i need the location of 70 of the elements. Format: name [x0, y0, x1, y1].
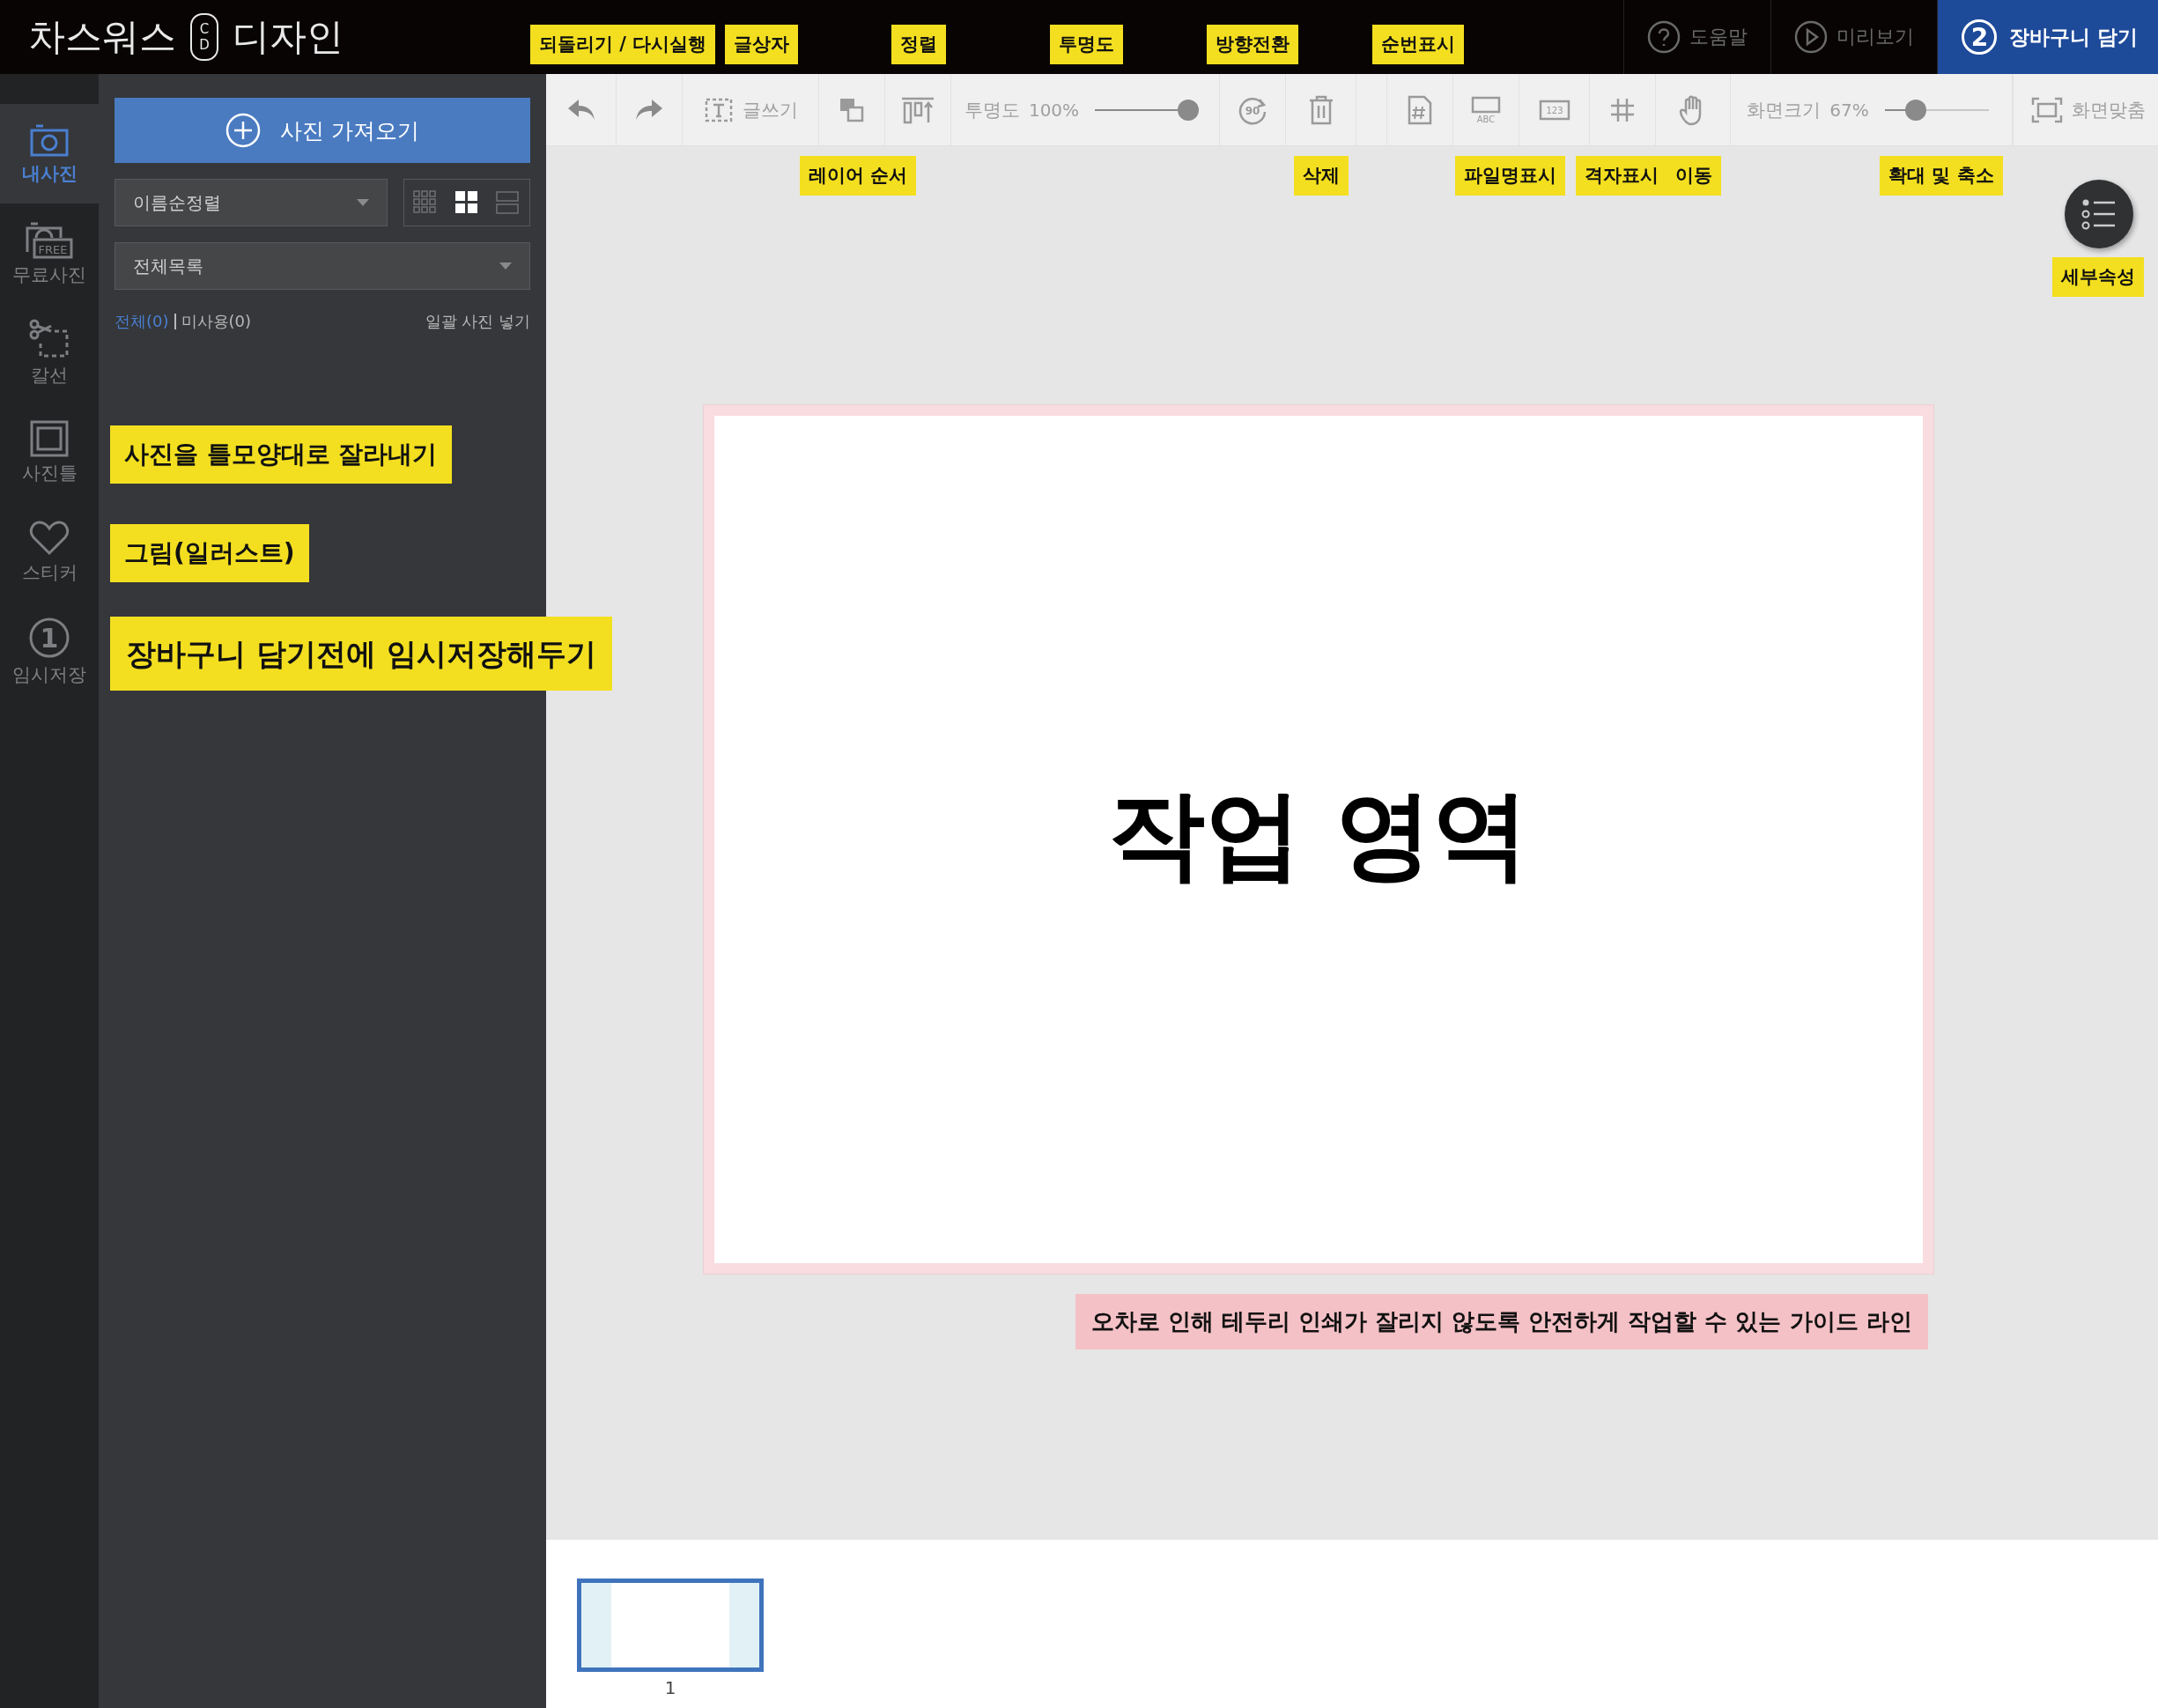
- sort-dropdown[interactable]: 이름순정렬: [115, 179, 388, 226]
- text-box-icon: [703, 96, 734, 123]
- slider-thumb[interactable]: [1905, 99, 1927, 121]
- zoom-value: 67%: [1829, 99, 1869, 121]
- fit-tool-button[interactable]: 화면맞춤: [2013, 74, 2158, 145]
- dropdown-caret-icon: [357, 199, 369, 206]
- page-number: 1: [664, 1677, 676, 1698]
- annotation-label: 세부속성: [2052, 257, 2144, 297]
- sidebar-tab[interactable]: FREE 무료사진: [0, 203, 99, 303]
- opacity-value: 100%: [1028, 99, 1080, 121]
- sidebar-tab[interactable]: 스티커: [0, 502, 99, 602]
- annotation-label: 투명도: [1050, 25, 1123, 64]
- text-tool-button[interactable]: 글쓰기: [683, 74, 819, 145]
- annotation-label: 파일명표시: [1455, 156, 1565, 196]
- annotation-label: 그림(일러스트): [110, 524, 309, 582]
- circled-number-icon: 1: [28, 616, 70, 659]
- brand-suffix: 디자인: [233, 14, 344, 60]
- work-area-label: 작업 영역: [1107, 776, 1530, 892]
- annotation-label: 사진을 틀모양대로 잘라내기: [110, 425, 452, 484]
- annotation-label: 방향전환: [1207, 25, 1298, 64]
- detail-properties-button[interactable]: [2065, 180, 2133, 248]
- sidebar-tab[interactable]: 사진틀: [0, 403, 99, 502]
- annotation-label: 이동: [1667, 156, 1721, 196]
- folder-dropdown[interactable]: 전체목록: [115, 242, 530, 290]
- brand-name: 차스워스: [28, 14, 176, 60]
- play-icon: [1794, 20, 1828, 54]
- large-view-icon[interactable]: [455, 190, 479, 215]
- sidebar-tab[interactable]: 1 임시저장: [0, 602, 99, 701]
- hash-page-icon: [1407, 94, 1433, 125]
- trash-icon: [1307, 94, 1334, 125]
- step-number-icon: 2: [1962, 19, 1998, 55]
- dropdown-caret-icon: [499, 262, 512, 270]
- logo-mark: C D: [190, 13, 218, 61]
- annotation-label: 순번표시: [1372, 25, 1464, 64]
- filename-tool-button[interactable]: ABC: [1453, 74, 1519, 145]
- plus-circle-icon: [225, 113, 261, 148]
- list-icon: [2081, 198, 2117, 230]
- page-thumbnail[interactable]: [577, 1579, 764, 1672]
- annotation-label: 정렬: [891, 25, 946, 64]
- divider-line: [174, 314, 176, 329]
- annotation-label: 장바구니 담기전에 임시저장해두기: [110, 617, 612, 691]
- annotation-label: 되돌리기 / 다시실행: [530, 25, 716, 64]
- small-view-icon[interactable]: [412, 190, 438, 215]
- list-view-icon[interactable]: [496, 190, 521, 215]
- opacity-label: 투명도: [964, 98, 1020, 122]
- cart-button[interactable]: 2 장바구니 담기: [1937, 0, 2158, 74]
- zoom-label: 화면크기: [1747, 98, 1822, 122]
- grid-icon: [1609, 96, 1636, 123]
- bulk-insert-link[interactable]: 일괄 사진 넣기: [425, 311, 530, 332]
- filter-link[interactable]: 전체(0): [115, 311, 169, 332]
- annotation-label: 격자표시: [1576, 156, 1667, 196]
- annotation-label: 레이어 순서: [800, 156, 917, 196]
- filter-link[interactable]: 미사용(0): [181, 311, 251, 332]
- help-icon: [1647, 20, 1681, 54]
- rotate-tool-button[interactable]: 90: [1220, 74, 1286, 145]
- scissors-icon: [28, 318, 70, 359]
- photo-frame-icon: [30, 419, 69, 457]
- annotation-label: 확대 및 축소: [1880, 156, 2003, 196]
- slider-thumb[interactable]: [1178, 99, 1200, 121]
- guide-note: 오차로 인해 테두리 인쇄가 잘리지 않도록 안전하게 작업할 수 있는 가이드 라인: [1075, 1294, 1928, 1349]
- sequence-tool-button[interactable]: 123: [1519, 74, 1590, 145]
- work-area[interactable]: 작업 영역: [714, 416, 1923, 1263]
- sidebar-tab[interactable]: 칼선: [0, 303, 99, 403]
- align-top-icon: [900, 95, 935, 124]
- fit-screen-icon: [2030, 96, 2063, 123]
- sidebar-tab[interactable]: 내사진: [0, 104, 99, 203]
- annotation-label: 삭제: [1294, 156, 1349, 196]
- heart-icon: [29, 519, 70, 557]
- annotation-label: 글상자: [725, 25, 798, 64]
- import-photo-button[interactable]: 사진 가져오기: [115, 98, 530, 163]
